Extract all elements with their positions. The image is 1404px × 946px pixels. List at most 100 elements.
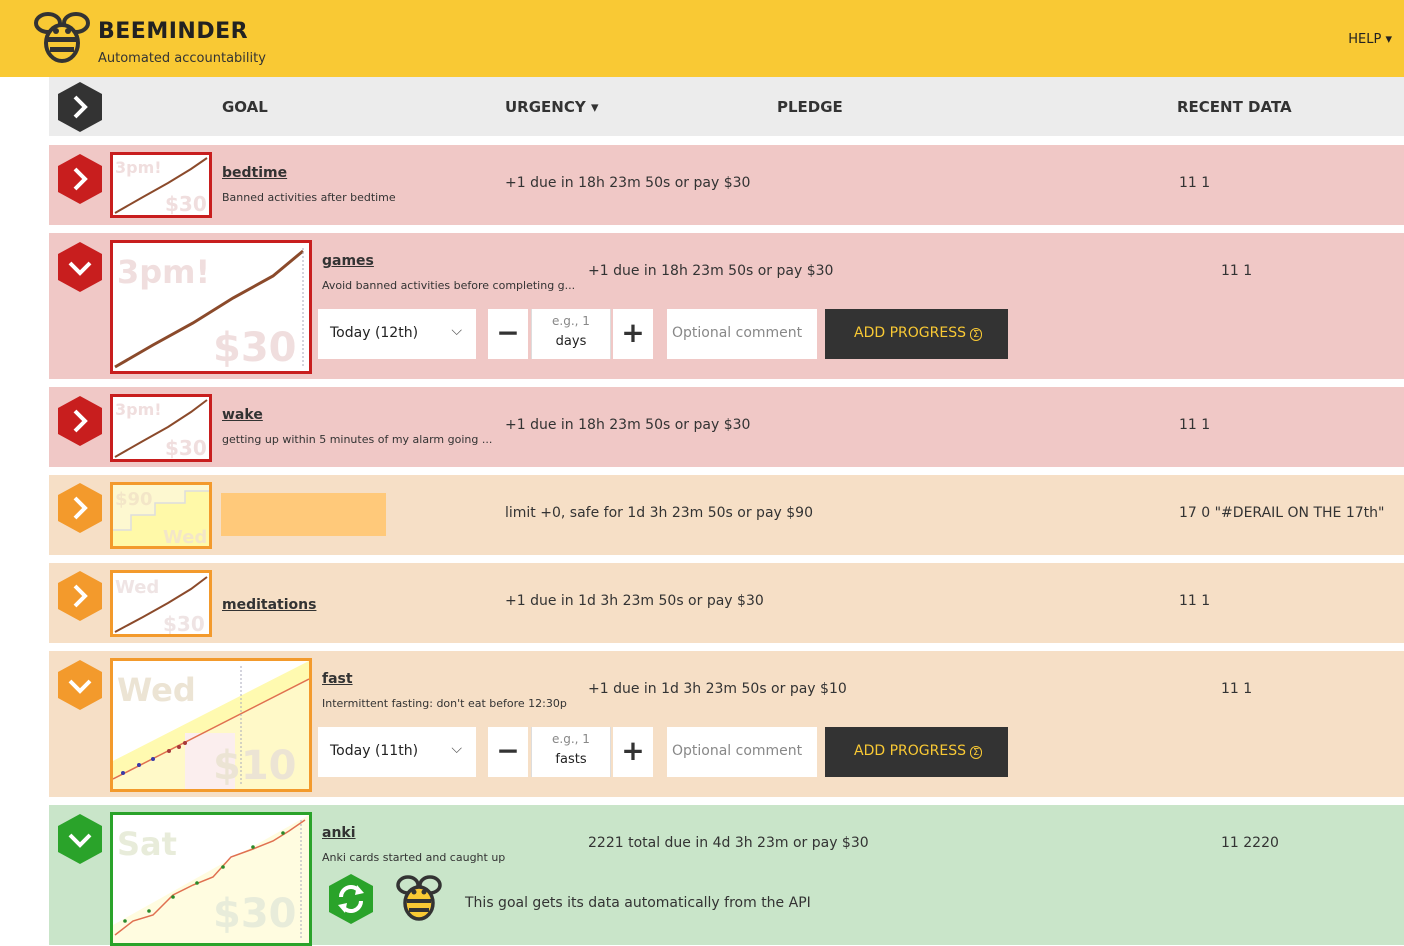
decrement-button[interactable]: − — [488, 727, 528, 777]
goal-description: getting up within 5 minutes of my alarm … — [222, 433, 493, 446]
thumb-pledge-label: $90 — [115, 489, 153, 510]
thumb-day-label: Wed — [117, 671, 196, 709]
goal-urgency: +1 due in 1d 3h 23m 50s or pay $30 — [505, 593, 764, 609]
amount-input[interactable]: e.g., 1 days — [531, 309, 611, 359]
thumb-pledge-label: $10 — [213, 743, 297, 789]
collapse-goal-button[interactable] — [56, 241, 104, 293]
thumb-pledge-label: $30 — [165, 436, 207, 459]
column-urgency-label: URGENCY — [505, 98, 586, 116]
thumb-deadline-label: 3pm! — [115, 158, 162, 177]
goal-urgency: limit +0, safe for 1d 3h 23m 50s or pay … — [505, 505, 813, 521]
goal-graph-thumbnail[interactable]: Wed $10 — [110, 658, 312, 792]
expand-goal-button[interactable] — [56, 395, 104, 447]
goal-name[interactable]: anki — [322, 825, 356, 841]
goal-name[interactable]: fast — [322, 671, 353, 687]
amount-unit: fasts — [555, 752, 587, 767]
goal-graph-thumbnail[interactable]: 3pm! $30 — [110, 240, 312, 374]
day-select[interactable]: Today (12th) ⌵ — [318, 309, 476, 359]
day-select-value: Today (11th) — [330, 743, 419, 759]
thumb-deadline-label: 3pm! — [117, 253, 210, 291]
thumb-pledge-label: $30 — [163, 612, 205, 634]
goal-row-games: 3pm! $30 games Avoid banned activities b… — [49, 233, 1404, 379]
expand-all-button[interactable] — [56, 81, 104, 133]
column-recent-data[interactable]: RECENT DATA — [1177, 98, 1292, 116]
comment-input[interactable]: Optional comment — [667, 309, 817, 359]
thumb-pledge-label: $30 — [213, 891, 297, 937]
goal-recent-data: 11 1 — [1179, 175, 1211, 191]
increment-button[interactable]: + — [613, 309, 653, 359]
caret-down-icon: ▾ — [1385, 32, 1392, 47]
expand-goal-button[interactable] — [56, 153, 104, 205]
redacted-goal-name[interactable] — [221, 493, 386, 536]
add-progress-label: ADD PROGRESS — [854, 743, 966, 759]
goal-recent-data: 11 1 — [1179, 593, 1211, 609]
bee-api-icon — [393, 873, 445, 925]
thumb-day-label: Wed — [115, 577, 159, 598]
add-progress-button[interactable]: ADD PROGRESS Σ — [825, 309, 1008, 359]
add-progress-label: ADD PROGRESS — [854, 325, 966, 341]
goal-urgency: +1 due in 18h 23m 50s or pay $30 — [588, 263, 834, 279]
chevron-down-icon: ⌵ — [451, 323, 462, 339]
help-label: HELP — [1348, 32, 1382, 47]
goal-recent-data: 11 1 — [1221, 263, 1253, 279]
add-progress-button[interactable]: ADD PROGRESS Σ — [825, 727, 1008, 777]
sum-icon: Σ — [969, 328, 983, 341]
thumb-day-label: Wed — [163, 527, 207, 546]
chevron-down-icon: ⌵ — [451, 741, 462, 757]
goal-row-bedtime: 3pm! $30 bedtime Banned activities after… — [49, 145, 1404, 225]
goal-graph-thumbnail[interactable]: Sat $30 — [110, 812, 312, 946]
brand-name[interactable]: BEEMINDER — [98, 19, 248, 44]
sort-caret-icon: ▾ — [590, 98, 599, 116]
auto-data-notice: This goal gets its data automatically fr… — [465, 895, 811, 911]
collapse-goal-button[interactable] — [56, 659, 104, 711]
goal-recent-data: 11 1 — [1179, 417, 1211, 433]
collapse-goal-button[interactable] — [56, 813, 104, 865]
help-menu[interactable]: HELP ▾ — [1348, 32, 1392, 47]
goal-description: Intermittent fasting: don't eat before 1… — [322, 697, 567, 710]
day-select[interactable]: Today (11th) ⌵ — [318, 727, 476, 777]
thumb-pledge-label: $30 — [213, 325, 297, 371]
amount-placeholder: e.g., 1 — [552, 732, 590, 746]
top-bar: BEEMINDER Automated accountability HELP … — [0, 0, 1404, 77]
column-pledge[interactable]: PLEDGE — [777, 98, 843, 116]
comment-input[interactable]: Optional comment — [667, 727, 817, 777]
thumb-deadline-label: 3pm! — [115, 400, 162, 419]
brand-tagline: Automated accountability — [98, 51, 266, 66]
goal-name[interactable]: games — [322, 253, 374, 269]
goal-recent-data: 11 2220 — [1221, 835, 1279, 851]
goal-recent-data: 17 0 "#DERAIL ON THE 17th" — [1179, 505, 1385, 521]
goal-urgency: +1 due in 18h 23m 50s or pay $30 — [505, 417, 751, 433]
goal-name[interactable]: meditations — [222, 597, 316, 613]
goal-name[interactable]: wake — [222, 407, 263, 423]
bee-logo-icon[interactable] — [32, 9, 92, 67]
expand-goal-button[interactable] — [56, 482, 104, 534]
amount-input[interactable]: e.g., 1 fasts — [531, 727, 611, 777]
goal-recent-data: 11 1 — [1221, 681, 1253, 697]
goal-urgency: +1 due in 18h 23m 50s or pay $30 — [505, 175, 751, 191]
amount-placeholder: e.g., 1 — [552, 314, 590, 328]
goal-graph-thumbnail[interactable]: $90 Wed — [110, 482, 212, 549]
goal-graph-thumbnail[interactable]: 3pm! $30 — [110, 152, 212, 218]
column-goal[interactable]: GOAL — [222, 98, 268, 116]
goal-graph-thumbnail[interactable]: 3pm! $30 — [110, 394, 212, 462]
increment-button[interactable]: + — [613, 727, 653, 777]
goal-table-header: GOAL URGENCY ▾ PLEDGE RECENT DATA — [49, 77, 1404, 136]
goal-row-meditations: Wed $30 meditations +1 due in 1d 3h 23m … — [49, 563, 1404, 643]
goal-name[interactable]: bedtime — [222, 165, 287, 181]
thumb-pledge-label: $30 — [165, 192, 207, 215]
goal-row-fast: Wed $10 fast Intermittent fasting: don't… — [49, 651, 1404, 797]
goal-description: Anki cards started and caught up — [322, 851, 506, 864]
goal-description: Banned activities after bedtime — [222, 191, 396, 204]
goal-row-redacted: $90 Wed limit +0, safe for 1d 3h 23m 50s… — [49, 475, 1404, 555]
expand-goal-button[interactable] — [56, 570, 104, 622]
day-select-value: Today (12th) — [330, 325, 419, 341]
refresh-icon[interactable] — [327, 873, 375, 925]
goal-graph-thumbnail[interactable]: Wed $30 — [110, 570, 212, 637]
goal-row-anki: Sat $30 anki Anki cards started and caug… — [49, 805, 1404, 946]
column-urgency[interactable]: URGENCY ▾ — [505, 98, 598, 116]
goal-description: Avoid banned activities before completin… — [322, 279, 576, 292]
decrement-button[interactable]: − — [488, 309, 528, 359]
goal-urgency: +1 due in 1d 3h 23m 50s or pay $10 — [588, 681, 847, 697]
amount-unit: days — [555, 334, 587, 349]
goal-urgency: 2221 total due in 4d 3h 23m or pay $30 — [588, 835, 869, 851]
